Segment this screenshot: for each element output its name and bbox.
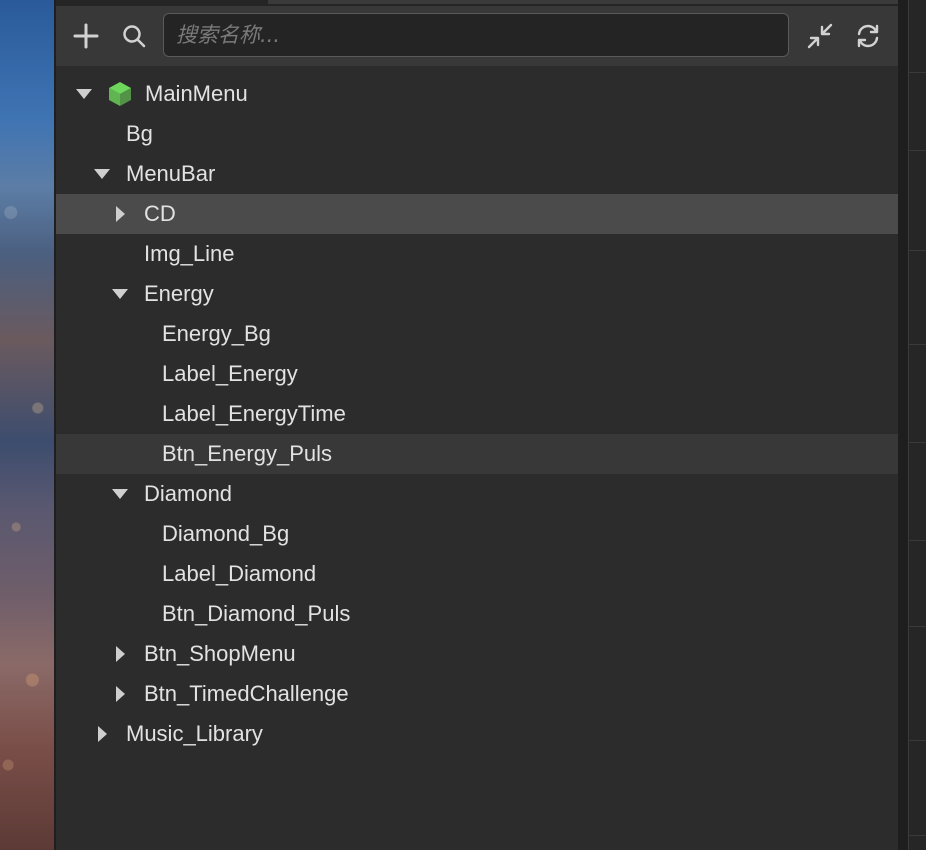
tree-node-label: Btn_ShopMenu (144, 641, 296, 666)
tree-node-label: MainMenu (145, 81, 248, 106)
tree-node[interactable]: CD (56, 194, 898, 234)
tree-node-label: Btn_Diamond_Puls (162, 601, 351, 626)
tree-node-label: Diamond_Bg (162, 521, 290, 546)
right-editor-strip (908, 0, 926, 850)
tree-node[interactable]: Label_Diamond (56, 554, 898, 594)
tree-node-label: Btn_Energy_Puls (162, 441, 332, 466)
tree-node[interactable]: Btn_Energy_Puls (56, 434, 898, 474)
strip-line (909, 442, 926, 443)
caret-down-icon[interactable] (110, 274, 130, 314)
tree-node-label: Bg (126, 121, 153, 146)
desktop-background (0, 0, 54, 850)
tree-node[interactable]: Btn_Diamond_Puls (56, 594, 898, 634)
strip-line (909, 626, 926, 627)
tree-node[interactable]: Energy (56, 274, 898, 314)
tree-node[interactable]: Energy_Bg (56, 314, 898, 354)
caret-right-icon[interactable] (110, 194, 130, 234)
tree-node[interactable]: Music_Library (56, 714, 898, 754)
cube-icon (106, 80, 134, 108)
collapse-icon[interactable] (804, 6, 836, 66)
strip-line (909, 740, 926, 741)
tree-node[interactable]: MainMenu (56, 74, 898, 114)
tree-node[interactable]: Img_Line (56, 234, 898, 274)
tree-node-label: Label_Diamond (162, 561, 317, 586)
plus-icon[interactable] (70, 6, 102, 66)
caret-down-icon[interactable] (92, 154, 112, 194)
tree-node[interactable]: MenuBar (56, 154, 898, 194)
caret-right-icon[interactable] (92, 714, 112, 754)
tree-node[interactable]: Diamond (56, 474, 898, 514)
tree-node-label: Img_Line (144, 241, 235, 266)
hierarchy-panel: MainMenu Bg MenuBar CD Img_Line Energy Energy_… (56, 0, 898, 850)
tab-edge (268, 0, 898, 4)
refresh-icon[interactable] (852, 6, 884, 66)
tree-node-label: MenuBar (126, 161, 216, 186)
tree-node[interactable]: Diamond_Bg (56, 514, 898, 554)
caret-right-icon[interactable] (110, 674, 130, 714)
strip-line (909, 835, 926, 836)
tree-node[interactable]: Label_Energy (56, 354, 898, 394)
tree-node[interactable]: Btn_ShopMenu (56, 634, 898, 674)
strip-line (909, 540, 926, 541)
tree-node-label: Energy_Bg (162, 321, 271, 346)
tree-node-label: Music_Library (126, 721, 263, 746)
node-tree: MainMenu Bg MenuBar CD Img_Line Energy Energy_… (56, 74, 898, 754)
panel-divider[interactable] (898, 0, 908, 850)
caret-down-icon[interactable] (74, 74, 94, 114)
tree-node[interactable]: Btn_TimedChallenge (56, 674, 898, 714)
hierarchy-toolbar (56, 6, 898, 66)
tree-node-label: Energy (144, 281, 214, 306)
tree-node-label: Btn_TimedChallenge (144, 681, 349, 706)
strip-line (909, 344, 926, 345)
strip-line (909, 150, 926, 151)
tree-node-label: Label_Energy (162, 361, 298, 386)
strip-line (909, 72, 926, 73)
tree-node-label: Label_EnergyTime (162, 401, 346, 426)
search-input[interactable] (164, 14, 788, 56)
tree-node-label: CD (144, 201, 176, 226)
strip-line (909, 250, 926, 251)
search-icon[interactable] (119, 6, 149, 66)
tree-node-label: Diamond (144, 481, 233, 506)
caret-right-icon[interactable] (110, 634, 130, 674)
search-field[interactable] (163, 13, 789, 57)
caret-down-icon[interactable] (110, 474, 130, 514)
tree-node[interactable]: Bg (56, 114, 898, 154)
tree-node[interactable]: Label_EnergyTime (56, 394, 898, 434)
